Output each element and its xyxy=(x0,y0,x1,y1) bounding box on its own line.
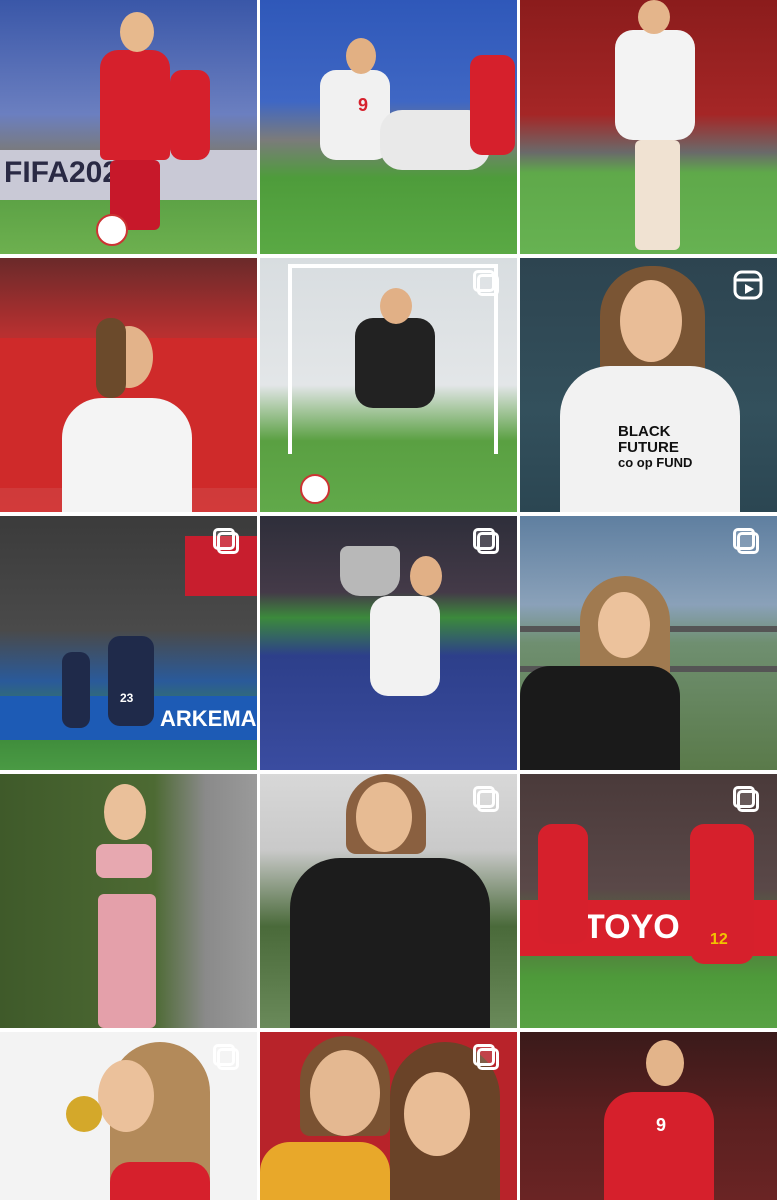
carousel-icon xyxy=(213,528,243,558)
post-tile-13[interactable] xyxy=(0,1032,257,1200)
board-text: FIFA202 xyxy=(4,156,120,189)
person-red-kit xyxy=(110,1162,210,1200)
carousel-icon xyxy=(473,1044,503,1074)
player-white-kit xyxy=(615,30,695,140)
player-dark-kit xyxy=(355,318,435,408)
person-black-jacket xyxy=(290,858,490,1028)
ad-board-text: ARKEMA xyxy=(160,706,257,731)
post-tile-2[interactable]: 9 xyxy=(260,0,517,254)
carousel-icon xyxy=(733,528,763,558)
post-tile-9[interactable] xyxy=(520,516,777,770)
person-2-face xyxy=(404,1072,470,1156)
shirt-text-line-2: FUTURE xyxy=(618,439,679,456)
carousel-icon xyxy=(473,270,503,300)
player-head xyxy=(410,556,442,596)
player-navy-kit xyxy=(108,636,154,726)
player-red-kit xyxy=(604,1092,714,1200)
jersey-number: 12 xyxy=(710,931,728,948)
player-white-kit xyxy=(62,398,192,512)
player-head xyxy=(346,38,376,74)
post-tile-1[interactable]: FIFA202 xyxy=(0,0,257,254)
player-red-kit xyxy=(538,824,588,944)
carousel-icon xyxy=(213,1044,243,1074)
ball xyxy=(96,214,128,246)
post-tile-12[interactable]: TOYO 12 xyxy=(520,774,777,1028)
post-tile-14[interactable] xyxy=(260,1032,517,1200)
player-head xyxy=(380,288,412,324)
ad-board-text: TOYO xyxy=(584,908,680,946)
jersey-number: 9 xyxy=(358,95,369,115)
person-1-face xyxy=(310,1050,380,1136)
post-tile-4[interactable] xyxy=(0,258,257,512)
carousel-icon xyxy=(473,528,503,558)
person-face xyxy=(98,1060,154,1132)
post-tile-5[interactable] xyxy=(260,258,517,512)
shirt-text-line-1: BLACK xyxy=(618,423,671,440)
trophy xyxy=(340,546,400,596)
post-tile-8[interactable] xyxy=(260,516,517,770)
player-navy-kit-2 xyxy=(62,652,90,728)
reel-icon xyxy=(733,270,763,300)
jersey-number: 9 xyxy=(656,1115,667,1135)
carousel-icon xyxy=(733,786,763,816)
post-tile-6[interactable]: BLACK FUTURE co op FUND xyxy=(520,258,777,512)
player-face xyxy=(620,280,682,362)
player-white-kit xyxy=(370,596,440,696)
person-pink-trousers xyxy=(98,894,156,1028)
ball xyxy=(300,474,330,504)
player-red-kit xyxy=(100,50,170,160)
shirt-text-line-3: co op FUND xyxy=(618,455,693,470)
player-legs xyxy=(635,140,680,250)
post-tile-7[interactable]: ARKEMA 23 xyxy=(0,516,257,770)
post-tile-10[interactable] xyxy=(0,774,257,1028)
person-black-jacket xyxy=(520,666,680,770)
teammate-red-kit xyxy=(170,70,210,160)
post-tile-11[interactable] xyxy=(260,774,517,1028)
person-pink-top xyxy=(96,844,152,878)
player-red-kit xyxy=(470,55,515,155)
person-1-yellow-kit xyxy=(260,1142,390,1200)
person-face xyxy=(356,782,412,852)
profile-post-grid: FIFA202 9 BLACK FUTURE co op FUND ARKEMA… xyxy=(0,0,777,1200)
player-head xyxy=(646,1040,684,1086)
player-hair xyxy=(96,318,126,398)
post-tile-3[interactable] xyxy=(520,0,777,254)
post-tile-15[interactable]: 9 xyxy=(520,1032,777,1200)
player-head xyxy=(638,0,670,34)
gold-medal xyxy=(66,1096,102,1132)
carousel-icon xyxy=(473,786,503,816)
person-face xyxy=(598,592,650,658)
person-face xyxy=(104,784,146,840)
player-head xyxy=(120,12,154,52)
jersey-number: 23 xyxy=(120,691,134,705)
